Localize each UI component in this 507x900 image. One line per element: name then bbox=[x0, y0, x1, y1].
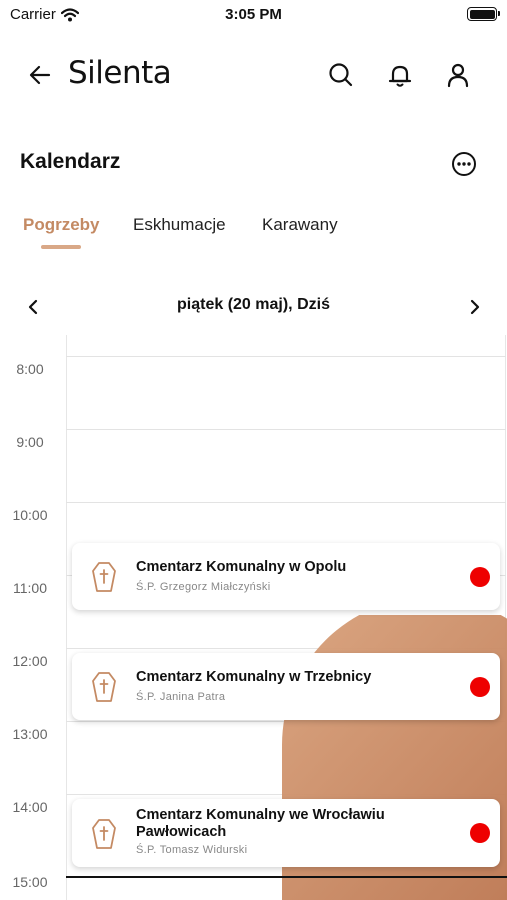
event-subtitle: Ś.P. Grzegorz Miałczyński bbox=[136, 581, 271, 593]
hour-label: 10:00 bbox=[12, 507, 48, 523]
back-arrow-icon[interactable] bbox=[25, 60, 55, 90]
event-title: Cmentarz Komunalny w Trzebnicy bbox=[136, 669, 372, 685]
active-tab-indicator bbox=[41, 245, 81, 249]
event-title: Cmentarz Komunalny w Opolu bbox=[136, 559, 347, 575]
hour-label: 14:00 bbox=[12, 799, 48, 815]
hour-label: 13:00 bbox=[12, 726, 48, 742]
date-navigation: piątek (20 maj), Dziś bbox=[0, 290, 507, 324]
status-dot bbox=[470, 677, 490, 697]
current-date: piątek (20 maj), Dziś bbox=[177, 296, 330, 313]
hour-line bbox=[66, 502, 506, 503]
tab-eskhumacje[interactable]: Eskhumacje bbox=[133, 215, 226, 235]
tab-pogrzeby[interactable]: Pogrzeby bbox=[23, 215, 100, 235]
app-header: Silenta bbox=[0, 50, 507, 100]
event-card[interactable]: Cmentarz Komunalny w Opolu Ś.P. Grzegorz… bbox=[72, 543, 500, 610]
tab-karawany[interactable]: Karawany bbox=[262, 215, 338, 235]
hour-label: 9:00 bbox=[16, 434, 44, 450]
status-bar: Carrier 3:05 PM bbox=[0, 0, 507, 30]
event-subtitle: Ś.P. Janina Patra bbox=[136, 691, 226, 703]
coffin-icon bbox=[92, 672, 116, 702]
event-card[interactable]: Cmentarz Komunalny we Wrocławiu Pawłowic… bbox=[72, 799, 500, 867]
status-time: 3:05 PM bbox=[225, 6, 282, 23]
more-icon[interactable] bbox=[450, 150, 478, 178]
current-time-line bbox=[66, 876, 507, 878]
hour-line bbox=[66, 356, 506, 357]
page-title: Kalendarz bbox=[20, 150, 121, 173]
search-icon[interactable] bbox=[326, 60, 356, 90]
hour-label: 15:00 bbox=[12, 874, 48, 890]
user-icon[interactable] bbox=[443, 60, 473, 90]
hour-label: 12:00 bbox=[12, 653, 48, 669]
coffin-icon bbox=[92, 562, 116, 592]
hour-line bbox=[66, 429, 506, 430]
bell-icon[interactable] bbox=[385, 60, 415, 90]
hour-label: 8:00 bbox=[16, 361, 44, 377]
status-dot bbox=[470, 823, 490, 843]
event-subtitle: Ś.P. Tomasz Widurski bbox=[136, 844, 248, 856]
coffin-icon bbox=[92, 819, 116, 849]
event-title: Cmentarz Komunalny we Wrocławiu Pawłowic… bbox=[136, 807, 385, 840]
battery-icon bbox=[467, 7, 500, 21]
hour-label: 11:00 bbox=[13, 580, 47, 596]
tab-bar: Pogrzeby Eskhumacje Karawany bbox=[0, 215, 507, 255]
chevron-right-icon[interactable] bbox=[463, 296, 485, 318]
day-calendar[interactable]: 8:00 9:00 10:00 11:00 12:00 13:00 14:00 … bbox=[0, 335, 507, 900]
status-dot bbox=[470, 567, 490, 587]
brand-logo: Silenta bbox=[68, 55, 172, 91]
event-card[interactable]: Cmentarz Komunalny w Trzebnicy Ś.P. Jani… bbox=[72, 653, 500, 720]
